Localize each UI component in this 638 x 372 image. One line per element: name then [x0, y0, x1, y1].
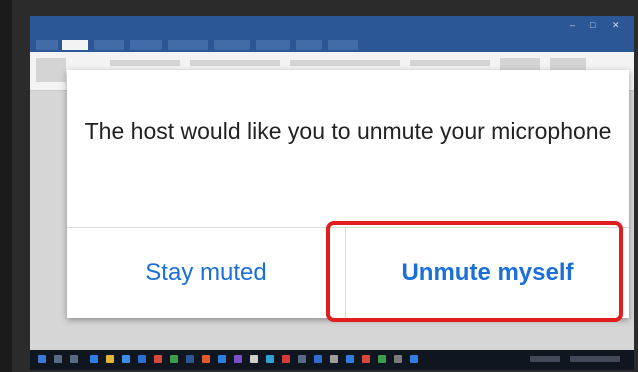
paste-icon[interactable] [36, 58, 66, 82]
search-icon[interactable] [54, 355, 62, 363]
app-icon[interactable] [378, 355, 386, 363]
dialog-message: The host would like you to unmute your m… [84, 118, 612, 144]
app-icon[interactable] [266, 355, 274, 363]
start-icon[interactable] [38, 355, 46, 363]
ribbon-tab[interactable] [36, 40, 58, 50]
windows-taskbar [30, 350, 634, 370]
word-title-bar: – □ ✕ [30, 16, 634, 38]
app-icon[interactable] [330, 355, 338, 363]
app-icon[interactable] [410, 355, 418, 363]
app-icon[interactable] [314, 355, 322, 363]
store-icon[interactable] [122, 355, 130, 363]
ribbon-tab[interactable] [328, 40, 358, 50]
app-icon[interactable] [346, 355, 354, 363]
ribbon-tab[interactable] [130, 40, 162, 50]
maximize-icon[interactable]: □ [590, 20, 600, 30]
app-icon[interactable] [154, 355, 162, 363]
ribbon-control[interactable] [290, 60, 400, 66]
frame-edge [0, 0, 12, 372]
app-icon[interactable] [250, 355, 258, 363]
stay-muted-button[interactable]: Stay muted [67, 228, 345, 318]
ribbon-tab[interactable] [62, 40, 88, 50]
minimize-icon[interactable]: – [570, 20, 580, 30]
app-icon[interactable] [282, 355, 290, 363]
taskview-icon[interactable] [70, 355, 78, 363]
app-icon[interactable] [234, 355, 242, 363]
app-icon[interactable] [170, 355, 178, 363]
word-ribbon-tabs [30, 38, 634, 52]
mail-icon[interactable] [138, 355, 146, 363]
ribbon-tab[interactable] [94, 40, 124, 50]
edge-icon[interactable] [90, 355, 98, 363]
app-icon[interactable] [186, 355, 194, 363]
unmute-myself-button[interactable]: Unmute myself [346, 228, 629, 318]
app-icon[interactable] [218, 355, 226, 363]
close-icon[interactable]: ✕ [612, 20, 622, 30]
app-icon[interactable] [202, 355, 210, 363]
ribbon-tab[interactable] [168, 40, 208, 50]
app-icon[interactable] [362, 355, 370, 363]
ribbon-control[interactable] [190, 60, 280, 66]
screen-capture-frame: – □ ✕ The host would like you to unmute … [0, 0, 638, 372]
system-tray[interactable] [530, 356, 560, 362]
app-icon[interactable] [298, 355, 306, 363]
ribbon-tab[interactable] [256, 40, 290, 50]
ribbon-tab[interactable] [214, 40, 250, 50]
ribbon-control[interactable] [410, 60, 490, 66]
explorer-icon[interactable] [106, 355, 114, 363]
ribbon-tab[interactable] [296, 40, 322, 50]
taskbar-clock[interactable] [570, 356, 620, 362]
app-icon[interactable] [394, 355, 402, 363]
unmute-request-dialog: The host would like you to unmute your m… [67, 70, 629, 318]
ribbon-control[interactable] [110, 60, 180, 66]
